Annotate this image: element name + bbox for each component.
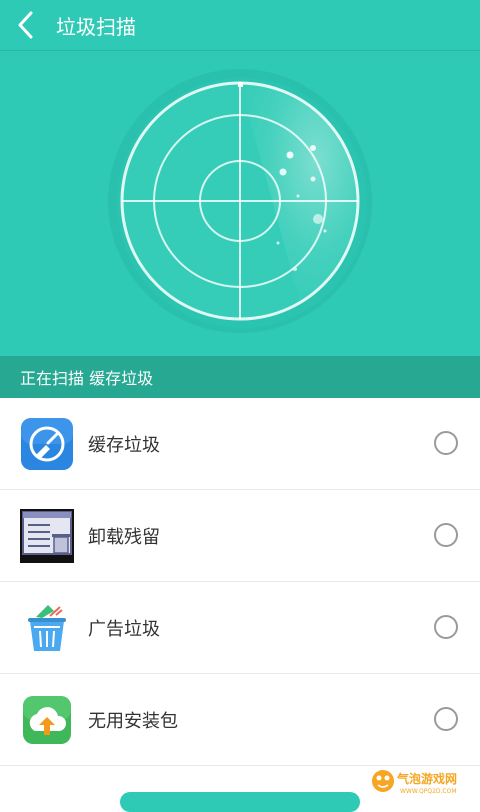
back-button[interactable] <box>0 0 50 50</box>
list-item-ad-junk[interactable]: 广告垃圾 <box>0 582 480 674</box>
page-title: 垃圾扫描 <box>56 14 136 39</box>
broom-clean-icon <box>21 417 73 470</box>
item-label: 缓存垃圾 <box>88 434 160 456</box>
select-radio[interactable] <box>434 707 458 731</box>
item-label: 广告垃圾 <box>88 618 160 640</box>
select-radio[interactable] <box>434 431 458 455</box>
svg-text:气泡游戏网: 气泡游戏网 <box>396 771 457 786</box>
radar-scanner <box>0 51 480 356</box>
radar-icon <box>108 69 372 333</box>
ad-trash-icon <box>28 604 66 651</box>
select-radio[interactable] <box>434 523 458 547</box>
scan-status-bar: 正在扫描 缓存垃圾 <box>0 356 480 398</box>
list-item-uninstall-residue[interactable]: 卸载残留 <box>0 490 480 582</box>
item-label: 无用安装包 <box>88 710 178 732</box>
back-arrow-icon <box>18 11 33 39</box>
item-label: 卸载残留 <box>88 526 160 548</box>
svg-text:WWW.QPQ2D.COM: WWW.QPQ2D.COM <box>400 788 457 795</box>
bottom-action-button[interactable] <box>120 792 360 812</box>
scan-status-text: 正在扫描 缓存垃圾 <box>20 369 154 388</box>
list-item-useless-apk[interactable]: 无用安装包 <box>0 674 480 766</box>
cloud-upload-package-icon <box>23 695 71 744</box>
app-header: 垃圾扫描 <box>0 0 480 51</box>
watermark-logo: 气泡游戏网 WWW.QPQ2D.COM <box>372 770 457 795</box>
list-item-cache-junk[interactable]: 缓存垃圾 <box>0 398 480 490</box>
uninstall-list-icon <box>20 508 74 563</box>
junk-category-list: 缓存垃圾 卸载残留 广告垃圾 无用安装包 <box>0 398 480 766</box>
select-radio[interactable] <box>434 615 458 639</box>
